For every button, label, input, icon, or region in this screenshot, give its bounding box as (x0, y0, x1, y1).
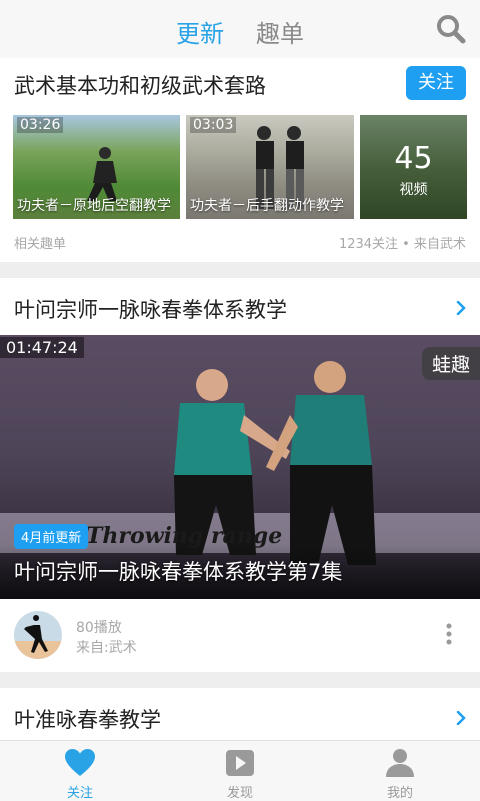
nav-follow[interactable]: 关注 (0, 741, 160, 801)
playlist-title[interactable]: 武术基本功和初级武术套路 (14, 70, 266, 100)
video-title: 叶问宗师一脉咏春拳体系教学第7集 (14, 560, 343, 584)
chevron-right-icon[interactable] (454, 710, 468, 726)
video-thumbnail[interactable]: 03:26 功夫者－原地后空翻教学 (13, 115, 180, 219)
video-duration: 03:03 (190, 117, 237, 133)
play-count: 80播放 (76, 620, 122, 636)
video-duration: 03:26 (17, 117, 64, 133)
playlist-card: 叶准咏春拳教学 (0, 688, 480, 740)
heart-icon (64, 747, 96, 779)
video-caption: 功夫者－后手翻动作教学 (190, 198, 344, 214)
video-meta: 80播放 来自:武术 (0, 599, 480, 672)
top-bar: 更新 趣单 (0, 0, 480, 59)
related-playlists-link[interactable]: 相关趣单 (14, 233, 66, 252)
tab-playlists[interactable]: 趣单 (256, 14, 304, 49)
play-icon (224, 747, 256, 779)
playlist-card: 武术基本功和初级武术套路 关注 03:26 功夫者－原地后空翻教学 03:03 … (0, 58, 480, 262)
nav-discover[interactable]: 发现 (160, 741, 320, 801)
more-vertical-icon[interactable] (446, 623, 452, 645)
nav-mine[interactable]: 我的 (320, 741, 480, 801)
playlist-stats: 1234关注 • 来自武术 (338, 237, 466, 252)
video-caption: 功夫者－原地后空翻教学 (17, 198, 171, 214)
more-videos-thumbnail[interactable]: 45 视频 (360, 115, 467, 219)
follow-button[interactable]: 关注 (406, 66, 466, 100)
playlist-title[interactable]: 叶问宗师一脉咏春拳体系教学 (14, 294, 287, 324)
playlist-card: 叶问宗师一脉咏春拳体系教学 Throwing range 01:47:24 蛙趣… (0, 278, 480, 672)
nav-label: 我的 (386, 786, 413, 801)
search-icon[interactable] (436, 14, 466, 44)
nav-label: 关注 (66, 786, 93, 801)
video-source: 来自:武术 (76, 640, 137, 656)
video-count-label: 视频 (399, 182, 428, 198)
person-icon (384, 747, 416, 779)
avatar[interactable] (14, 611, 62, 659)
bottom-navigation: 关注 发现 我的 (0, 740, 480, 801)
chevron-right-icon[interactable] (454, 300, 468, 316)
video-thumbnail[interactable]: 03:03 功夫者－后手翻动作教学 (186, 115, 354, 219)
update-badge: 4月前更新 (14, 524, 89, 549)
video-duration: 01:47:24 (0, 337, 84, 358)
playlist-title[interactable]: 叶准咏春拳教学 (14, 704, 161, 734)
brand-badge: 蛙趣 (421, 347, 480, 380)
nav-label: 发现 (226, 786, 253, 801)
tab-updates[interactable]: 更新 (176, 14, 224, 49)
video-count: 45 (394, 141, 433, 176)
video-player-thumbnail[interactable]: Throwing range 01:47:24 蛙趣 4月前更新 叶问宗师一脉咏… (0, 335, 480, 599)
